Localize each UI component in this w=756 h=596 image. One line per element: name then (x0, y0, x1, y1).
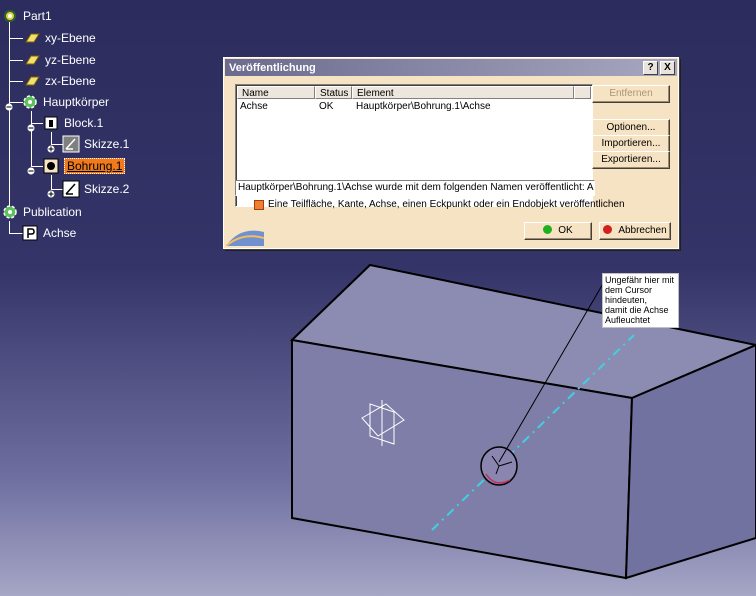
cancel-dot-icon (603, 225, 613, 234)
dialog-corner-logo (226, 230, 264, 246)
export-button[interactable]: Exportieren... (592, 151, 670, 169)
hint-bullet-icon (254, 199, 264, 210)
tree-item-block1[interactable]: Block.1 (42, 113, 103, 133)
tree-item-skizze1[interactable]: Skizze.1 (62, 134, 129, 154)
tree-label: xy-Ebene (45, 31, 96, 45)
tree-label: Skizze.2 (84, 182, 130, 196)
tree-label: Achse (43, 226, 77, 240)
tree-label: yz-Ebene (45, 53, 96, 67)
dialog-title: Veröffentlichung (229, 61, 316, 74)
publication-dialog: Veröffentlichung ? X Name Status Element… (223, 57, 679, 249)
annotation-line: damit die Achse (605, 305, 669, 315)
tree-label: Hauptkörper (43, 95, 110, 109)
sketch-icon (62, 180, 80, 198)
ok-button[interactable]: OK (524, 222, 592, 240)
tree-label: zx-Ebene (45, 74, 96, 88)
collapse-icon[interactable] (5, 98, 13, 111)
hint-text: Eine Teilfläche, Kante, Achse, einen Eck… (268, 199, 625, 210)
pad-icon (42, 114, 60, 132)
row-element: Hauptkörper\Bohrung.1\Achse (356, 101, 491, 112)
plane-icon (23, 29, 41, 47)
annotation-line: dem Cursor (605, 285, 653, 295)
tree-item-publication[interactable]: Publication (1, 202, 82, 222)
hole-icon (42, 157, 60, 175)
specification-tree: Part1 xy-Ebene yz-Ebene zx-Ebene Hauptkö… (0, 0, 220, 250)
tree-item-bohrung1[interactable]: Bohrung.1 (42, 156, 126, 176)
column-header-filler (574, 86, 591, 99)
tree-label: Publication (23, 205, 82, 219)
tree-label-selected: Bohrung.1 (64, 158, 126, 174)
publication-name-field: Hauptkörper\Bohrung.1\Achse wurde mit de… (235, 180, 595, 196)
collapse-icon[interactable] (27, 119, 35, 132)
dialog-titlebar[interactable]: Veröffentlichung ? X (225, 59, 677, 76)
annotation-line: Ungefähr hier mit (605, 275, 675, 285)
cancel-label: Abbrechen (618, 225, 667, 236)
sketch-icon (62, 135, 80, 153)
help-button[interactable]: ? (643, 60, 658, 75)
tree-item-achse[interactable]: Achse (21, 223, 76, 243)
tree-item-hauptkoerper[interactable]: Hauptkörper (21, 92, 109, 112)
expand-icon[interactable] (47, 185, 55, 198)
column-header-name[interactable]: Name (237, 86, 315, 99)
expand-icon[interactable] (47, 140, 55, 153)
remove-button[interactable]: Entfernen (592, 85, 670, 103)
row-status: OK (319, 101, 334, 112)
plane-icon (23, 51, 41, 69)
close-button[interactable]: X (660, 60, 675, 75)
annotation-line: hindeuten, (605, 295, 648, 305)
tree-item-yz-ebene[interactable]: yz-Ebene (23, 50, 96, 70)
column-header-status[interactable]: Status (315, 86, 352, 99)
tree-label: Skizze.1 (84, 137, 130, 151)
hint-line: Eine Teilfläche, Kante, Achse, einen Eck… (254, 199, 625, 210)
column-header-element[interactable]: Element (352, 86, 574, 99)
part-gear-icon (1, 7, 19, 25)
tree-item-skizze2[interactable]: Skizze.2 (62, 179, 129, 199)
tree-label: Block.1 (64, 116, 104, 130)
row-name: Achse (240, 101, 268, 112)
tree-item-xy-ebene[interactable]: xy-Ebene (23, 28, 96, 48)
body-gear-icon (21, 93, 39, 111)
publication-gear-icon (1, 203, 19, 221)
tree-item-zx-ebene[interactable]: zx-Ebene (23, 71, 96, 91)
publication-item-icon (21, 224, 39, 242)
ok-label: OK (558, 225, 573, 236)
collapse-icon[interactable] (27, 162, 35, 175)
plane-icon (23, 72, 41, 90)
ok-dot-icon (543, 225, 553, 234)
cancel-button[interactable]: Abbrechen (599, 222, 671, 240)
tree-label: Part1 (23, 9, 52, 23)
tree-item-part1[interactable]: Part1 (1, 6, 52, 26)
annotation-line: Aufleuchtet (605, 315, 651, 325)
annotation-callout: Ungefähr hier mit dem Cursor hindeuten, … (602, 273, 679, 328)
